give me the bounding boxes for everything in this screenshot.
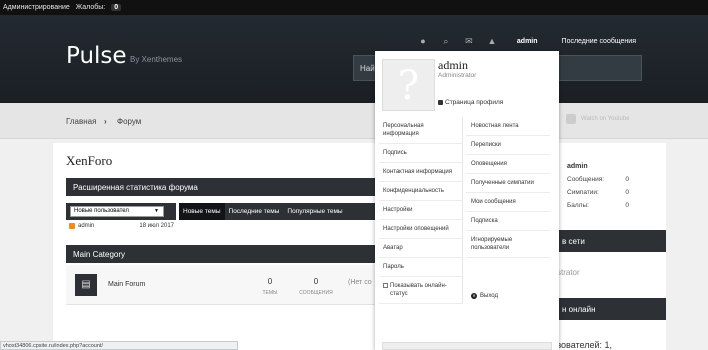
forum-name[interactable]: Main Forum [108, 281, 145, 288]
new-user-name[interactable]: admin [78, 223, 94, 229]
youtube-label: Watch on Youtube [581, 116, 630, 122]
browser-status-bar: vhost34806.cpsite.ru/index.php?account/ [0, 341, 238, 350]
stat-label: Сообщения: [567, 176, 605, 183]
threads-count: 0 [267, 277, 273, 286]
popup-role: Administrator [438, 72, 477, 79]
breadcrumb: Главная › Форум Watch on Youtube [0, 103, 708, 139]
rss-icon [69, 223, 75, 229]
header: Pulse By Xenthemes ● ⌕ ✉ ▲ admin Последн… [0, 15, 708, 103]
stat-value: 0 [625, 202, 629, 209]
forum-book-icon: ▤ [75, 274, 97, 296]
reports-count-badge: 0 [111, 4, 122, 11]
status-update-field[interactable] [382, 342, 552, 350]
top-navigation: ● ⌕ ✉ ▲ admin Последние сообщения [407, 34, 708, 48]
tab-popular-threads[interactable]: Популярные темы [283, 203, 346, 220]
breadcrumb-forum[interactable]: Форум [117, 117, 141, 126]
menu-password[interactable]: Пароль [379, 258, 462, 277]
posts-count: 0 [313, 277, 319, 286]
sidebar-online-users-header: н онлайн [546, 298, 666, 320]
menu-alerts[interactable]: Оповещения [466, 155, 550, 174]
map-pin-icon[interactable]: ● [416, 34, 430, 48]
threads-label: ТЕМЫ [262, 290, 278, 296]
breadcrumb-home[interactable]: Главная [66, 117, 96, 126]
site-byline: By Xenthemes [130, 55, 183, 64]
popup-menu-left: Персональная информация Подпись Контактн… [379, 117, 463, 304]
admin-bar: Администрирование Жалобы: 0 [0, 0, 708, 15]
recent-posts-link[interactable]: Последние сообщения [562, 38, 636, 45]
stat-label: Баллы: [567, 202, 589, 209]
search-box-right[interactable] [558, 55, 642, 81]
site-logo[interactable]: Pulse [66, 43, 127, 69]
sidebar-stat-row: Баллы: 0 [560, 202, 654, 209]
admin-link[interactable]: Администрирование [3, 4, 70, 11]
sidebar-stat-row: Сообщения: 0 [560, 176, 654, 183]
sidebar-visitors: зователей: 1, [557, 340, 613, 350]
youtube-link[interactable]: Watch on Youtube [566, 114, 629, 124]
menu-contact-info[interactable]: Контактная информация [379, 163, 462, 182]
logout-link[interactable]: ✕ Выход [466, 287, 550, 305]
sidebar-online-staff-header: в сети [546, 230, 666, 252]
mail-icon[interactable]: ✉ [462, 34, 476, 48]
menu-signature[interactable]: Подпись [379, 144, 462, 163]
forum-row: ▤ Main Forum 0 ТЕМЫ 0 СООБЩЕНИЯ (Нет со [66, 265, 376, 305]
show-online-label: Показывать онлайн-статус [390, 283, 447, 297]
profile-link-label: Страница профиля [445, 99, 504, 106]
menu-ignored-users[interactable]: Игнорируемые пользователи [466, 231, 550, 258]
youtube-icon [566, 114, 576, 124]
stats-tabs: Новые темы Последние темы Популярные тем… [179, 203, 376, 220]
checkbox-icon [383, 283, 388, 288]
menu-conversations[interactable]: Переписки [466, 136, 550, 155]
stats-select-value: Новые пользовател [74, 208, 129, 214]
menu-my-posts[interactable]: Мои сообщения [466, 193, 550, 212]
menu-avatar[interactable]: Аватар [379, 239, 462, 258]
menu-alert-preferences[interactable]: Настройки оповещений [379, 220, 462, 239]
tab-recent-threads[interactable]: Последние темы [225, 203, 284, 220]
logout-label: Выход [480, 293, 498, 299]
last-post: (Нет со [348, 279, 372, 286]
menu-preferences[interactable]: Настройки [379, 201, 462, 220]
new-user-date: 18 июл 2017 [139, 223, 174, 229]
new-user-row[interactable]: admin 18 июл 2017 [69, 223, 177, 229]
sidebar-online-user[interactable]: strator [557, 268, 580, 277]
close-icon: ✕ [471, 293, 477, 299]
sidebar-username[interactable]: admin [567, 163, 654, 170]
menu-privacy[interactable]: Конфиденциальность [379, 182, 462, 201]
alert-icon[interactable]: ▲ [485, 34, 499, 48]
sidebar-stat-row: Симпатии: 0 [560, 189, 654, 196]
show-online-checkbox[interactable]: Показывать онлайн-статус [379, 277, 462, 304]
menu-spacer [466, 258, 550, 274]
account-link[interactable]: admin [517, 38, 538, 45]
stats-header: Расширенная статистика форума [66, 178, 376, 196]
search-icon[interactable]: ⌕ [439, 34, 453, 48]
posts-label: СООБЩЕНИЯ [299, 290, 333, 296]
reports-link[interactable]: Жалобы: [76, 4, 105, 11]
menu-news-feed[interactable]: Новостная лента [466, 117, 550, 136]
stats-select[interactable]: Новые пользовател ▼ [70, 206, 164, 217]
user-icon [438, 100, 443, 105]
account-popup: ? admin Administrator Страница профиля П… [375, 51, 559, 350]
menu-subscriptions[interactable]: Подписка [466, 212, 550, 231]
chevron-down-icon: ▼ [154, 208, 159, 214]
popup-menu-right: Новостная лента Переписки Оповещения Пол… [466, 117, 550, 305]
chevron-right-icon: › [104, 117, 107, 126]
menu-personal-info[interactable]: Персональная информация [379, 117, 462, 144]
category-header[interactable]: Main Category [66, 245, 376, 263]
stat-value: 0 [625, 176, 629, 183]
sidebar-user-stats: admin Сообщения: 0 Симпатии: 0 Баллы: 0 [560, 163, 654, 209]
stat-label: Симпатии: [567, 189, 599, 196]
stat-value: 0 [625, 189, 629, 196]
page-title: XenForo [66, 153, 113, 168]
avatar[interactable]: ? [382, 59, 435, 111]
profile-link[interactable]: Страница профиля [438, 99, 503, 106]
popup-username[interactable]: admin [438, 58, 468, 73]
menu-likes-received[interactable]: Полученные симпатии [466, 174, 550, 193]
tab-new-threads[interactable]: Новые темы [179, 203, 225, 220]
